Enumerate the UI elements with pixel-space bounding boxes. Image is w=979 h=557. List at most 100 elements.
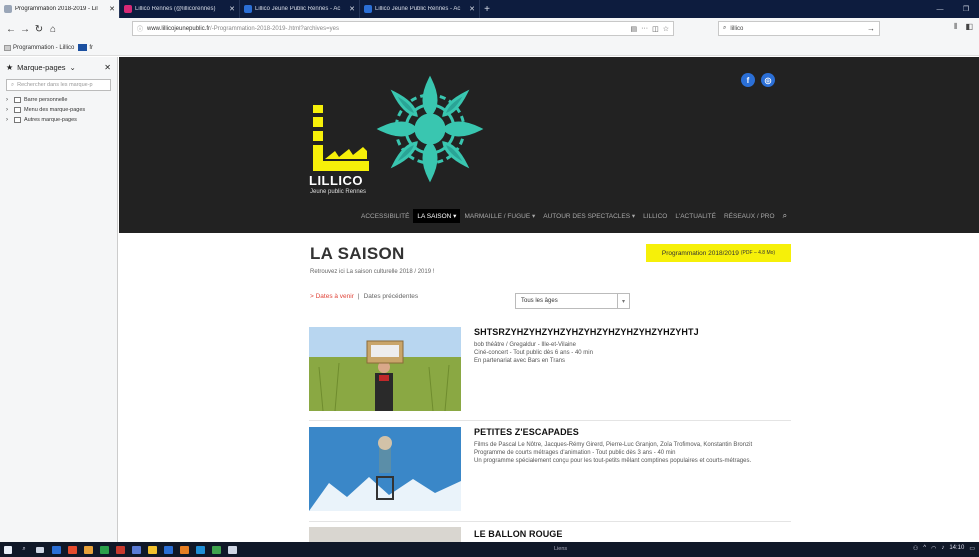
tab-facebook-1[interactable]: Lillico Jeune Public Rennes - Ac ✕ [240, 0, 360, 18]
reader-view-icon[interactable]: ▤ [630, 25, 637, 33]
close-icon[interactable]: ✕ [104, 63, 111, 72]
bookmark-programmation[interactable]: Programmation - Lillico [4, 44, 74, 51]
back-icon[interactable]: ← [4, 24, 18, 35]
page-actions-icon[interactable]: ··· [641, 25, 648, 33]
bookmarks-toolbar: Programmation - Lillico fr [0, 40, 979, 56]
menu-item-actualite[interactable]: L'ACTUALITÉ [671, 209, 720, 223]
app-icon[interactable] [208, 542, 224, 557]
show-details: bob théâtre / Gregaldur - Ille-et-Vilain… [474, 342, 593, 364]
app-icon[interactable] [48, 542, 64, 557]
menu-item-reseaux-pro[interactable]: RÉSEAUX / PRO [720, 209, 779, 223]
people-icon[interactable]: ⚇ [913, 545, 918, 552]
folder-icon [14, 107, 21, 113]
close-tab-icon[interactable]: ✕ [469, 5, 475, 13]
search-go-icon[interactable]: → [867, 24, 875, 33]
tab-instagram[interactable]: Lillico Rennes (@lillicorennes) ✕ [120, 0, 240, 18]
new-tab-button[interactable]: + [480, 0, 494, 18]
app-icon[interactable] [176, 542, 192, 557]
sidebar-item-personal-bar[interactable]: › Barre personnelle [0, 95, 117, 105]
taskbar-links-label[interactable]: Liens [554, 546, 567, 552]
app-icon[interactable] [144, 542, 160, 557]
search-bar[interactable]: ⌕ lillico → [718, 21, 880, 36]
ornament-graphic [376, 75, 484, 183]
age-select[interactable]: Tous les âges ▾ [515, 293, 630, 309]
chevron-right-icon: › [6, 97, 8, 103]
search-input[interactable]: lillico [730, 26, 743, 32]
dates-separator: | [357, 293, 360, 300]
close-tab-icon[interactable]: ✕ [349, 5, 355, 13]
menu-item-la-saison[interactable]: LA SAISON ▾ [413, 209, 461, 223]
menu-item-lillico[interactable]: LILLICO [639, 209, 671, 223]
url-host: www.lillicojeunepublic.fr [147, 25, 211, 32]
tab-title: Lillico Jeune Public Rennes - Ac [255, 6, 341, 12]
tab-programmation[interactable]: Programmation 2018-2019 - Lil ✕ [0, 0, 120, 18]
chevron-up-icon[interactable]: ^ [923, 545, 926, 552]
web-page: f ◎ LILLICO Jeune public Rennes ACCESSIB… [119, 57, 979, 542]
site-header: f ◎ LILLICO Jeune public Rennes ACCESSIB… [119, 57, 979, 233]
sidebar-toggle-icon[interactable]: ◧ [965, 22, 973, 32]
logo-text[interactable]: LILLICO [309, 173, 363, 188]
app-icon[interactable] [96, 542, 112, 557]
chevron-down-icon: ▾ [617, 294, 629, 308]
bookmark-star-icon[interactable]: ☆ [663, 25, 669, 33]
bookmark-fr[interactable]: fr [78, 44, 93, 51]
library-icon[interactable]: ⫴ [954, 22, 957, 32]
close-tab-icon[interactable]: ✕ [109, 5, 115, 13]
search-icon[interactable]: ⌕ [16, 542, 32, 557]
logo-subtitle: Jeune public Rennes [310, 189, 367, 195]
app-icon[interactable] [128, 542, 144, 557]
show-title[interactable]: SHTSRZYHZYHZYHZYHZYHZYHZYHZYHZYHZYHTJ [474, 327, 699, 337]
volume-icon[interactable]: ♪ [941, 545, 944, 552]
minimize-icon[interactable]: — [927, 6, 953, 13]
task-view-icon[interactable] [32, 542, 48, 557]
instagram-icon[interactable]: ◎ [761, 73, 775, 87]
show-thumbnail[interactable] [309, 327, 461, 411]
dates-upcoming-link[interactable]: > Dates à venir [310, 293, 354, 300]
show-item[interactable]: PETITES Z'ESCAPADES Films de Pascal Le N… [309, 427, 791, 513]
restore-icon[interactable]: ❐ [953, 5, 979, 13]
url-bar[interactable]: ⓘ www.lillicojeunepublic.fr/-Programmati… [132, 21, 674, 36]
reload-icon[interactable]: ↻ [32, 24, 46, 35]
folder-icon [14, 97, 21, 103]
show-item[interactable]: SHTSRZYHZYHZYHZYHZYHZYHZYHZYHZYHZYHTJ bo… [309, 327, 791, 413]
menu-item-accessibilite[interactable]: ACCESSIBILITÉ [357, 209, 413, 223]
search-icon[interactable]: ⌕ [779, 211, 787, 221]
show-thumbnail[interactable] [309, 427, 461, 511]
show-item[interactable]: LE BALLON ROUGE [309, 527, 791, 542]
menu-item-marmaille-fugue[interactable]: MARMAILLE / FUGUE ▾ [460, 209, 539, 223]
network-icon[interactable]: ◠ [931, 545, 936, 552]
tab-title: Lillico Rennes (@lillicorennes) [135, 6, 216, 12]
program-download-button[interactable]: Programmation 2018/2019 (PDF – 4.8 Mo) [646, 244, 791, 262]
show-thumbnail[interactable] [309, 527, 461, 542]
app-icon[interactable] [64, 542, 80, 557]
home-icon[interactable]: ⌂ [46, 24, 60, 35]
facebook-icon [244, 5, 252, 13]
info-icon[interactable]: ⓘ [137, 24, 143, 33]
app-icon[interactable] [224, 542, 240, 557]
menu-item-autour-des-spectacles[interactable]: AUTOUR DES SPECTACLES ▾ [539, 209, 639, 223]
sidebar-search-input[interactable]: ⌕ Rechercher dans les marque-p [6, 79, 111, 91]
chevron-right-icon: › [6, 117, 8, 123]
dates-past-link[interactable]: Dates précédentes [364, 293, 419, 300]
notifications-icon[interactable]: ▭ [969, 545, 975, 552]
close-tab-icon[interactable]: ✕ [229, 5, 235, 13]
sidebar-item-other[interactable]: › Autres marque-pages [0, 115, 117, 125]
sidebar-item-menu[interactable]: › Menu des marque-pages [0, 105, 117, 115]
os-taskbar: ⌕ Liens ⚇ ^ ◠ ♪ 14:10 ▭ [0, 542, 979, 557]
chevron-right-icon: › [6, 107, 8, 113]
windows-start-icon[interactable] [0, 542, 16, 557]
app-icon[interactable] [192, 542, 208, 557]
app-icon[interactable] [160, 542, 176, 557]
show-title[interactable]: LE BALLON ROUGE [474, 529, 563, 539]
url-path: /-Programmation-2018-2019-.html?archives… [210, 25, 339, 32]
pocket-icon[interactable]: ◫ [652, 25, 659, 33]
forward-icon[interactable]: → [18, 24, 32, 35]
show-title[interactable]: PETITES Z'ESCAPADES [474, 427, 579, 437]
search-icon: ⌕ [723, 25, 727, 31]
tab-facebook-2[interactable]: Lillico Jeune Public Rennes - Ac ✕ [360, 0, 480, 18]
app-icon[interactable] [80, 542, 96, 557]
app-icon[interactable] [112, 542, 128, 557]
clock[interactable]: 14:10 [949, 545, 964, 552]
facebook-icon[interactable]: f [741, 73, 755, 87]
sidebar-header[interactable]: ★ Marque-pages ⌄ ✕ [0, 57, 117, 77]
